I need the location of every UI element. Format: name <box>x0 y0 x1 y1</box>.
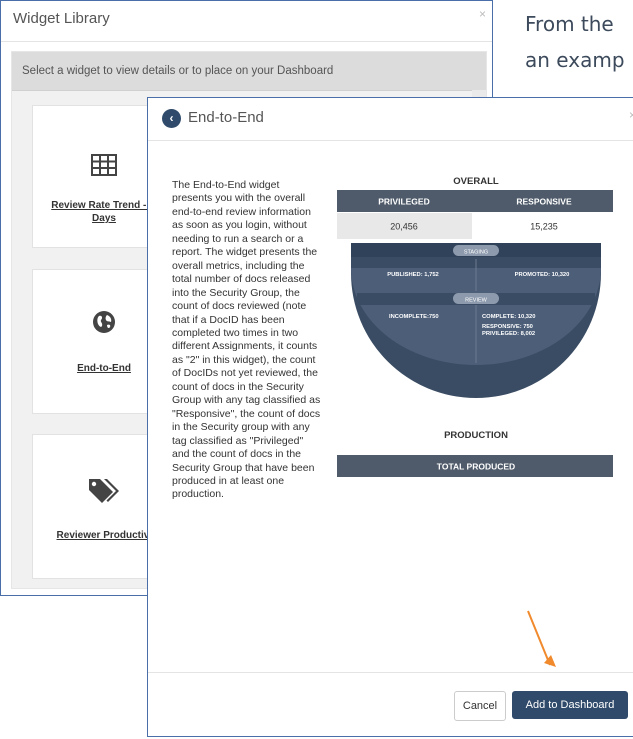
dialog-title: End-to-End <box>188 109 264 126</box>
preview-privileged-value: 20,456 <box>390 222 418 232</box>
table-icon <box>91 154 117 176</box>
background-text: From the an examp <box>525 6 633 78</box>
preview-responsive-value: 15,235 <box>530 222 558 232</box>
preview-total-produced-label: TOTAL PRODUCED <box>437 462 515 472</box>
preview-privileged-label: PRIVILEGED <box>378 197 429 207</box>
end-to-end-dialog: ‹ End-to-End × The End-to-End widget pre… <box>147 97 633 737</box>
cancel-button[interactable]: Cancel <box>454 691 506 721</box>
background-line-1: From the <box>525 12 614 36</box>
dialog-close-icon[interactable]: × <box>629 108 633 122</box>
preview-responsive-sub: RESPONSIVE: 750 <box>482 324 533 330</box>
dialog-footer: Cancel Add to Dashboard <box>148 672 633 739</box>
widget-library-header: Widget Library × <box>1 1 492 42</box>
end-to-end-preview: OVERALL PRIVILEGED RESPONSIVE 20,456 15,… <box>337 176 613 477</box>
preview-responsive-label: RESPONSIVE <box>516 197 572 207</box>
back-button[interactable]: ‹ <box>162 109 181 128</box>
preview-complete: COMPLETE: 10,320 <box>482 314 535 320</box>
preview-staging-label: STAGING <box>464 250 488 256</box>
widget-library-instruction: Select a widget to view details or to pl… <box>12 52 486 91</box>
preview-production-heading: PRODUCTION <box>444 430 508 441</box>
widget-library-close-icon[interactable]: × <box>479 7 486 21</box>
add-to-dashboard-button[interactable]: Add to Dashboard <box>512 691 628 719</box>
preview-review-label: REVIEW <box>465 298 488 304</box>
tags-icon <box>89 479 119 503</box>
preview-promoted: PROMOTED: 10,320 <box>515 272 570 278</box>
widget-description: The End-to-End widget presents you with … <box>172 179 321 501</box>
preview-incomplete: INCOMPLETE:750 <box>389 314 439 320</box>
background-line-2: an examp <box>525 48 625 72</box>
annotation-arrow-icon <box>527 610 556 667</box>
preview-privileged-sub: PRIVILEGED: 8,002 <box>482 331 535 337</box>
preview-published: PUBLISHED: 1,752 <box>387 272 439 278</box>
preview-overall-heading: OVERALL <box>453 176 499 187</box>
dialog-header: ‹ End-to-End × <box>148 98 633 141</box>
widget-library-title: Widget Library <box>13 10 110 27</box>
globe-icon <box>93 311 115 333</box>
